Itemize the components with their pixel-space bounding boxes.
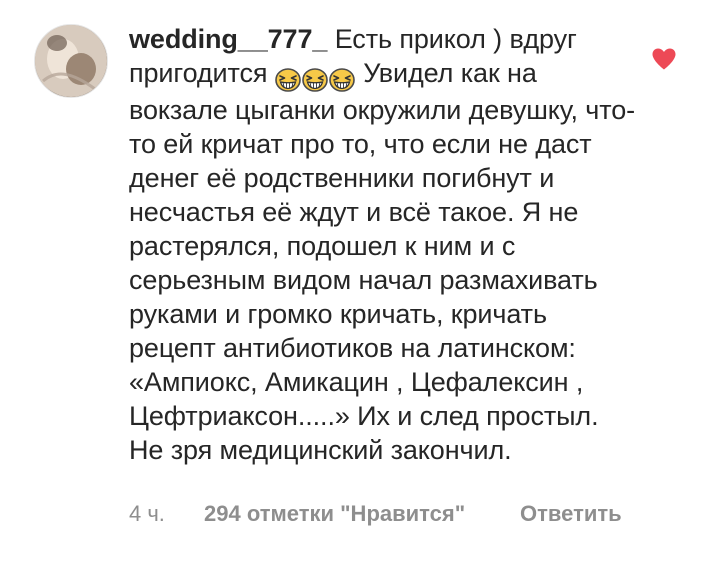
- avatar[interactable]: [34, 24, 108, 98]
- grinning-squinting-face-icon: [302, 66, 328, 92]
- likes-count-button[interactable]: 294 отметки "Нравится": [204, 500, 465, 528]
- grinning-squinting-face-icon: [329, 66, 355, 92]
- comment-time: 4 ч.: [129, 501, 165, 526]
- heart-icon[interactable]: [651, 47, 677, 71]
- heart-shape: [652, 48, 676, 70]
- comment-body: wedding__777_ Есть прикол ) вдруг пригод…: [129, 22, 639, 467]
- avatar-image: [35, 25, 107, 97]
- grinning-squinting-face-icon: [275, 66, 301, 92]
- comment-username[interactable]: wedding__777_: [129, 24, 327, 54]
- reply-button[interactable]: Ответить: [520, 500, 622, 528]
- emoji-group: [275, 59, 356, 93]
- comment-text-rest: Увидел как на вокзале цыганки окружили д…: [129, 58, 636, 465]
